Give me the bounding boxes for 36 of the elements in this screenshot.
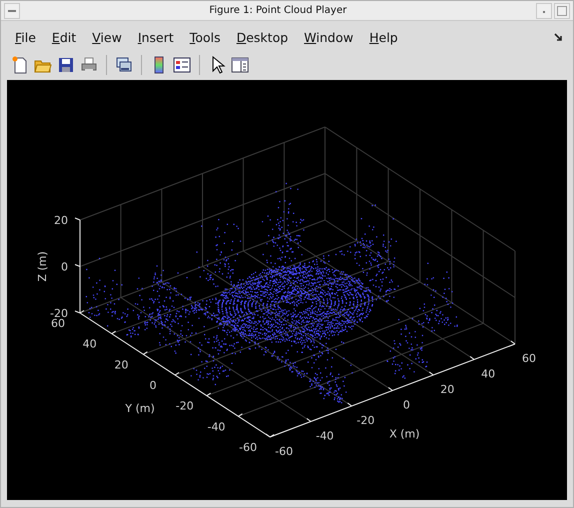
tick-label: -20 — [356, 414, 375, 427]
new-file-icon[interactable] — [11, 56, 29, 74]
tick-label: 60 — [522, 352, 536, 365]
panel-icon[interactable] — [231, 56, 249, 74]
tick-label: -60 — [239, 440, 257, 454]
dock-arrow-icon[interactable] — [554, 32, 563, 42]
axis-label: Y (m) — [125, 402, 155, 415]
menu-item[interactable]: Tools — [184, 30, 226, 45]
menu-item[interactable]: Insert — [132, 30, 180, 45]
menu-item[interactable]: Edit — [46, 30, 82, 45]
tick-label: 40 — [82, 338, 97, 351]
tick-label: -40 — [316, 429, 334, 442]
window-title: Figure 1: Point Cloud Player — [208, 5, 348, 16]
axis-label: Z (m) — [36, 251, 49, 282]
legend-icon[interactable] — [173, 56, 191, 74]
menu-item[interactable]: Help — [363, 30, 404, 45]
linked-windows-icon[interactable] — [115, 56, 133, 74]
tick-label: 0 — [150, 378, 156, 392]
square-icon — [557, 6, 567, 16]
tick-label: 40 — [481, 367, 496, 380]
tick-label: -20 — [176, 400, 194, 413]
menu-item[interactable]: Window — [298, 30, 360, 45]
tick-label: 0 — [403, 398, 410, 412]
tick-label: 20 — [114, 358, 128, 372]
menu-item[interactable]: Desktop — [230, 30, 294, 45]
tick-label: 20 — [440, 382, 454, 396]
menu-item[interactable]: File — [9, 30, 42, 45]
tick-label: 20 — [54, 214, 68, 227]
window-menu-button[interactable] — [4, 2, 20, 19]
menu-item[interactable]: View — [86, 30, 128, 45]
tick-label: -40 — [207, 420, 226, 434]
axis-label: X (m) — [389, 427, 420, 440]
tick-label: 0 — [61, 260, 68, 274]
save-icon[interactable] — [57, 56, 75, 74]
dash-icon — [8, 8, 16, 13]
tick-label: -60 — [275, 444, 293, 458]
